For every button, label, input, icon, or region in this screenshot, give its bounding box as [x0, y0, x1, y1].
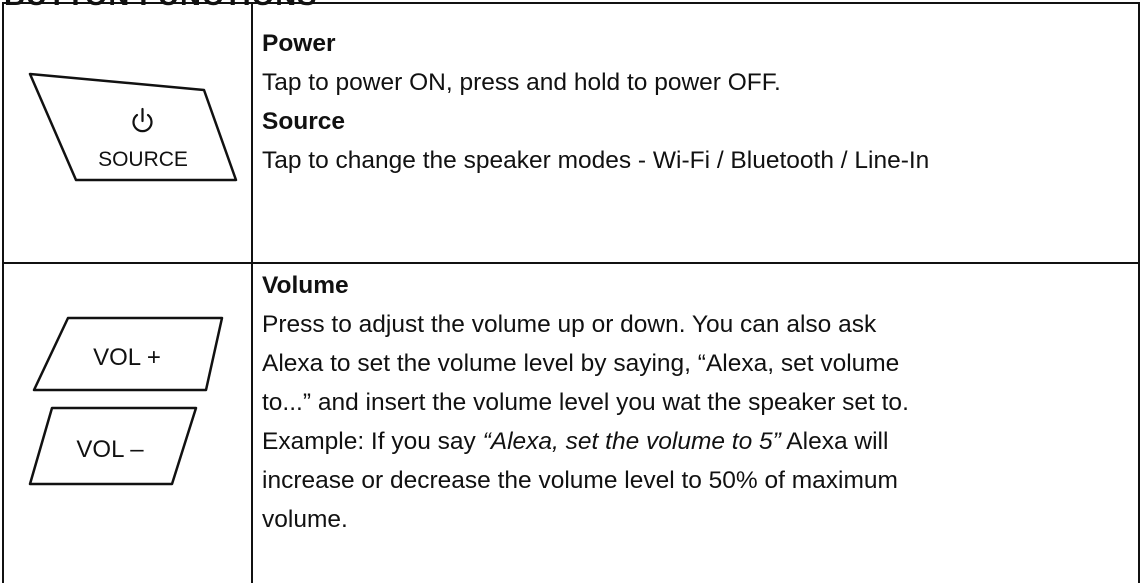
power-title: Power — [262, 30, 336, 57]
volume-up-icon: VOL + — [32, 316, 224, 392]
volume-line-1: Press to adjust the volume up or down. Y… — [262, 311, 877, 338]
example-prefix: Example: If you say — [262, 428, 483, 455]
source-button-illustration: SOURCE — [24, 64, 239, 194]
volume-line-6: volume. — [262, 506, 348, 533]
table-column-divider — [251, 4, 253, 583]
power-text: Tap to power ON, press and hold to power… — [262, 69, 781, 96]
volume-buttons-illustration: VOL + VOL – — [26, 310, 226, 525]
power-source-description: Power Tap to power ON, press and hold to… — [262, 24, 929, 180]
volume-line-5: increase or decrease the volume level to… — [262, 467, 898, 494]
example-quote: “Alexa, set the volume to 5” — [482, 428, 781, 455]
source-title: Source — [262, 108, 346, 135]
volume-up-label: VOL + — [93, 344, 161, 371]
source-text: Tap to change the speaker modes - Wi-Fi … — [262, 147, 930, 174]
volume-line-2: Alexa to set the volume level by saying,… — [262, 350, 900, 377]
power-source-button-icon: SOURCE — [28, 72, 238, 182]
volume-title: Volume — [262, 272, 349, 299]
source-icon-label: SOURCE — [98, 148, 188, 171]
volume-buttons-icon: VOL + VOL – — [28, 316, 224, 486]
table-row-divider — [4, 262, 1138, 264]
button-functions-table: SOURCE Power Tap to power ON, press and … — [2, 2, 1140, 583]
volume-down-icon: VOL – — [28, 406, 198, 486]
volume-line-3: to...” and insert the volume level you w… — [262, 389, 909, 416]
volume-description: Volume Press to adjust the volume up or … — [262, 266, 909, 539]
volume-down-label: VOL – — [76, 436, 144, 463]
example-suffix: Alexa will — [780, 428, 889, 455]
volume-example-line: Example: If you say “Alexa, set the volu… — [262, 422, 909, 461]
